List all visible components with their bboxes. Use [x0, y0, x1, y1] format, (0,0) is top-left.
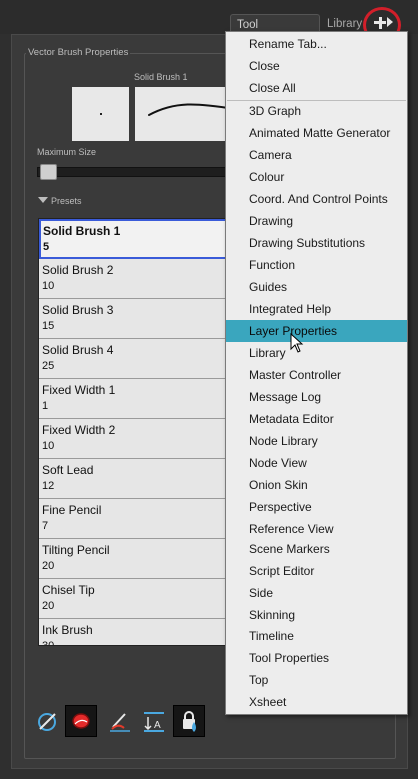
text-size-button[interactable]: A: [138, 705, 170, 737]
menu-item-script-editor[interactable]: Script Editor: [226, 560, 407, 582]
preset-item[interactable]: Fixed Width 11: [39, 379, 237, 419]
presets-section-toggle[interactable]: Presets: [38, 196, 82, 206]
menu-item-layer-properties[interactable]: Layer Properties: [226, 320, 407, 342]
group-title: Vector Brush Properties: [26, 47, 131, 58]
preset-item[interactable]: Fixed Width 2 10: [39, 419, 237, 459]
brush-stroke-preview: [135, 87, 235, 141]
mouse-cursor-icon: [290, 333, 304, 353]
pencil-overlay-button[interactable]: [31, 705, 63, 737]
brush-color-button[interactable]: [65, 705, 97, 737]
preset-list[interactable]: Solid Brush 15 Solid Brush 2 10 Solid Bru…: [38, 218, 238, 646]
smoothing-icon: [110, 713, 130, 732]
menu-item-node-view[interactable]: Node View: [226, 452, 407, 474]
menu-item-message-log[interactable]: Message Log: [226, 386, 407, 408]
menu-item-colour[interactable]: Colour: [226, 166, 407, 188]
menu-item-top[interactable]: Top: [226, 669, 407, 691]
menu-item-tool-properties[interactable]: Tool Properties: [226, 647, 407, 669]
preset-item[interactable]: Solid Brush 4 25: [39, 339, 237, 379]
menu-item-side[interactable]: Side: [226, 582, 407, 604]
menu-item-3d-graph[interactable]: 3D Graph: [226, 100, 407, 122]
menu-item-skinning[interactable]: Skinning: [226, 604, 407, 626]
menu-item-animated-matte-generator[interactable]: Animated Matte Generator: [226, 122, 407, 144]
presets-label: Presets: [51, 196, 82, 206]
tab-bar: Tool Properties Library: [0, 0, 418, 51]
menu-item-drawing-substitutions[interactable]: Drawing Substitutions: [226, 232, 407, 254]
maximum-size-slider-handle[interactable]: [40, 164, 57, 180]
menu-item-camera[interactable]: Camera: [226, 144, 407, 166]
brush-preview-label: Solid Brush 1: [134, 72, 188, 82]
lock-transparency-icon: [183, 711, 196, 732]
menu-item-reference-view[interactable]: Reference View: [226, 518, 407, 540]
preset-item[interactable]: Soft Lead 12: [39, 459, 237, 499]
smoothing-button[interactable]: [105, 705, 137, 737]
menu-item-node-library[interactable]: Node Library: [226, 430, 407, 452]
preset-item[interactable]: Solid Brush 3 15: [39, 299, 237, 339]
add-view-menu: Rename Tab... Close Close All 3D Graph A…: [225, 31, 408, 715]
menu-item-close[interactable]: Close: [226, 55, 407, 77]
menu-item-metadata-editor[interactable]: Metadata Editor: [226, 408, 407, 430]
preset-item[interactable]: Solid Brush 2 10: [39, 259, 237, 299]
brush-color-icon: [72, 713, 90, 729]
menu-item-guides[interactable]: Guides: [226, 276, 407, 298]
preset-item[interactable]: Chisel Tip 20: [39, 579, 237, 619]
menu-item-xsheet[interactable]: Xsheet: [226, 691, 407, 713]
menu-item-coord-and-control-points[interactable]: Coord. And Control Points: [226, 188, 407, 210]
menu-item-function[interactable]: Function: [226, 254, 407, 276]
preset-item[interactable]: Tilting Pencil 20: [39, 539, 237, 579]
menu-item-perspective[interactable]: Perspective: [226, 496, 407, 518]
brush-tip-preview: [72, 87, 129, 141]
menu-item-integrated-help[interactable]: Integrated Help: [226, 298, 407, 320]
pencil-overlay-icon: [38, 713, 56, 731]
menu-item-timeline[interactable]: Timeline: [226, 625, 407, 647]
preset-item[interactable]: Solid Brush 15: [39, 219, 237, 259]
maximum-size-slider[interactable]: [37, 167, 237, 177]
preset-item[interactable]: Fine Pencil 7: [39, 499, 237, 539]
menu-item-master-controller[interactable]: Master Controller: [226, 364, 407, 386]
menu-item-scene-markers[interactable]: Scene Markers: [226, 538, 407, 560]
triangle-down-icon: [38, 197, 48, 203]
menu-item-library[interactable]: Library: [226, 342, 407, 364]
maximum-size-label: Maximum Size: [37, 147, 97, 157]
preset-item[interactable]: Ink Brush 30: [39, 619, 237, 645]
svg-text:A: A: [154, 720, 161, 731]
stroke-preview-svg: [148, 103, 235, 116]
menu-item-rename-tab[interactable]: Rename Tab...: [226, 33, 407, 55]
menu-item-drawing[interactable]: Drawing: [226, 210, 407, 232]
menu-item-close-all[interactable]: Close All: [226, 77, 407, 99]
menu-item-onion-skin[interactable]: Onion Skin: [226, 474, 407, 496]
text-size-icon: A: [144, 712, 164, 732]
lock-transparency-button[interactable]: [173, 705, 205, 737]
